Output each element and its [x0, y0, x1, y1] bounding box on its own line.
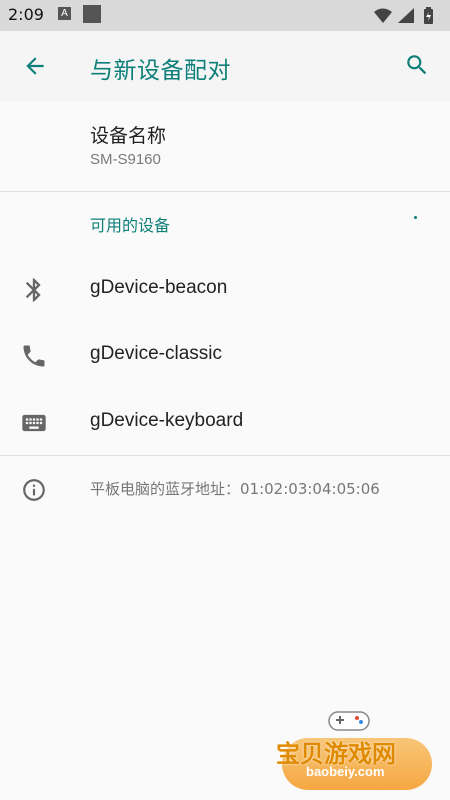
- bluetooth-address-info: 平板电脑的蓝牙地址：01:02:03:04:05:06: [0, 466, 450, 510]
- page-title: 与新设备配对: [90, 58, 231, 84]
- device-item-keyboard[interactable]: gDevice-keyboard: [0, 389, 450, 455]
- gamepad-icon: [328, 711, 370, 731]
- arrow-back-icon[interactable]: [22, 53, 48, 79]
- bluetooth-icon: [25, 278, 41, 302]
- device-name-item[interactable]: 设备名称 SM-S9160: [0, 101, 450, 192]
- a-notification-icon: A: [58, 7, 71, 20]
- info-icon: [23, 479, 45, 501]
- search-icon[interactable]: [404, 52, 430, 78]
- device-item-classic[interactable]: gDevice-classic: [0, 322, 450, 388]
- signal-icon: [398, 8, 414, 23]
- battery-icon: [424, 7, 433, 24]
- wifi-icon: [374, 8, 392, 23]
- device-item-beacon[interactable]: gDevice-beacon: [0, 256, 450, 322]
- available-devices-header: 可用的设备: [90, 216, 171, 235]
- keyboard-icon: [22, 414, 46, 432]
- watermark-logo: 宝贝游戏网 baobeiy.com: [270, 700, 440, 795]
- square-notification-icon: [83, 5, 101, 23]
- device-label: gDevice-classic: [90, 343, 222, 364]
- device-name-value: SM-S9160: [90, 151, 161, 168]
- status-time: 2:09: [8, 5, 44, 24]
- device-name-label: 设备名称: [90, 125, 167, 147]
- bluetooth-address-text: 平板电脑的蓝牙地址：01:02:03:04:05:06: [90, 480, 380, 498]
- phone-icon: [23, 345, 45, 367]
- scanning-indicator: [414, 216, 417, 219]
- app-bar: 与新设备配对: [0, 31, 450, 102]
- divider: [0, 455, 450, 456]
- status-bar: 2:09 A: [0, 0, 450, 31]
- device-label: gDevice-beacon: [90, 277, 228, 298]
- watermark-subtitle: baobeiy.com: [306, 764, 385, 779]
- device-label: gDevice-keyboard: [90, 410, 244, 431]
- status-icons: [374, 7, 433, 24]
